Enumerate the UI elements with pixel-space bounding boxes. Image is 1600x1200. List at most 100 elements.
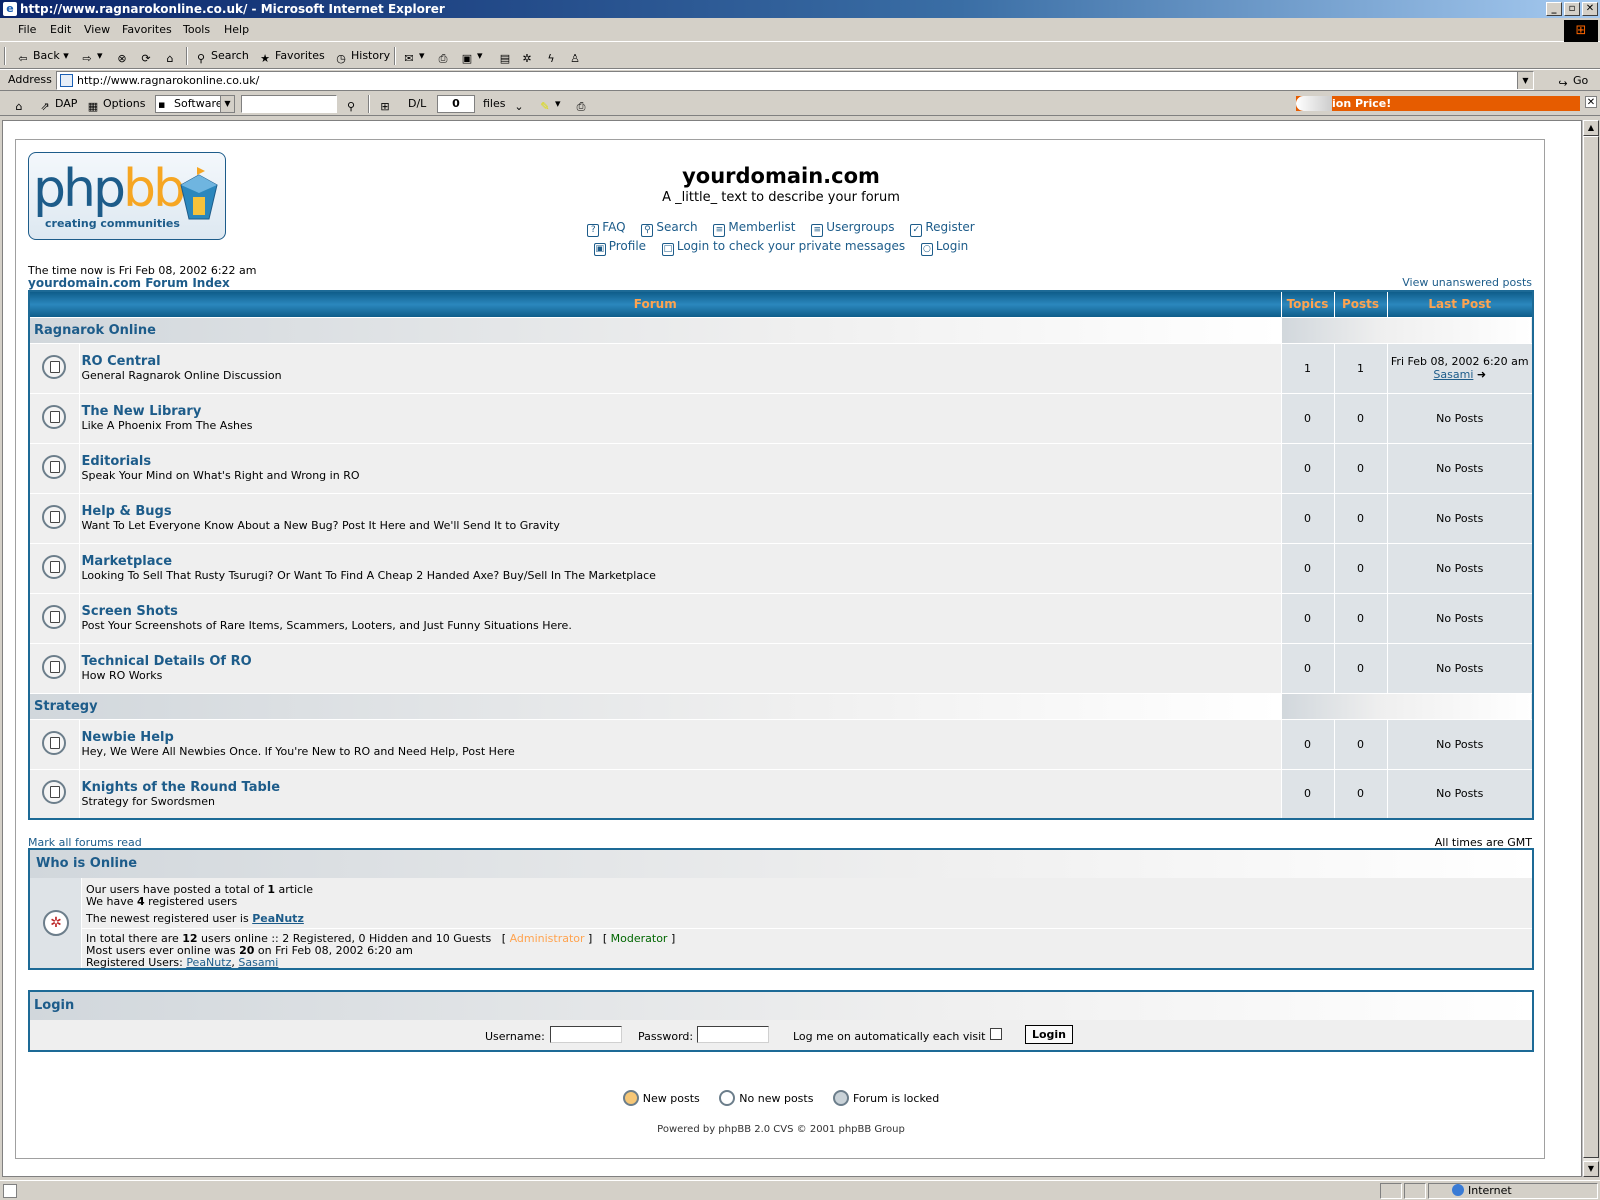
grid-button[interactable]: ⊞	[378, 95, 395, 113]
forum-status-cell	[28, 342, 80, 394]
view-latest-post-icon[interactable]: ➜	[1477, 368, 1486, 381]
flash-button[interactable]: ϟ	[544, 47, 561, 65]
address-dropdown-button[interactable]: ▼	[1517, 72, 1533, 89]
forum-link-help-bugs[interactable]: Help & Bugs	[82, 504, 1281, 519]
password-label: Password:	[638, 1030, 694, 1043]
login-title[interactable]: Login	[30, 992, 1532, 1020]
who-is-online-title[interactable]: Who is Online	[30, 850, 1532, 878]
user-link-sasami[interactable]: Sasami	[238, 956, 278, 969]
standard-toolbar: ⇦ Back ▾ ⇨ ▾ ⊗ ⟳ ⌂ ⚲ Search ★ Favorites ◷ His…	[0, 43, 1600, 69]
user-link-peanutz[interactable]: PeaNutz	[186, 956, 231, 969]
forum-page: phpbb creating communities yourdomain.co…	[15, 139, 1545, 1159]
forum-link-newbie-help[interactable]: Newbie Help	[82, 730, 1281, 745]
category-ragnarok-online[interactable]: Ragnarok Online	[28, 316, 1282, 344]
scroll-up-icon[interactable]: ▲	[1583, 120, 1599, 136]
username-label: Username:	[485, 1030, 545, 1043]
history-button[interactable]: ◷ History	[334, 47, 390, 65]
login-button[interactable]: Login	[1025, 1025, 1073, 1044]
page-status-icon	[3, 1184, 17, 1198]
person-button[interactable]: ♙	[568, 47, 585, 65]
forum-info-cell: The New Library Like A Phoenix From The A…	[78, 392, 1282, 444]
home-link-button[interactable]: ⌂	[12, 95, 29, 113]
menu-tools[interactable]: Tools	[183, 23, 210, 36]
mail-button[interactable]: ✉ ▾	[402, 47, 424, 65]
nav-faq[interactable]: ? FAQ	[587, 220, 626, 237]
forum-link-technical-details[interactable]: Technical Details Of RO	[82, 654, 1281, 669]
edit-button[interactable]: ▣ ▾	[460, 47, 483, 65]
forum-link-new-library[interactable]: The New Library	[82, 404, 1281, 419]
print-link-button[interactable]: ⎙	[574, 95, 591, 113]
highlight-button[interactable]: ✎ ▾	[538, 95, 560, 113]
software-select[interactable]: ▪ Software ▼	[155, 95, 235, 113]
mail-icon: ✉	[404, 52, 414, 65]
favorites-button[interactable]: ★ Favorites	[258, 47, 325, 65]
scroll-thumb[interactable]	[1583, 136, 1599, 1158]
nav-private-messages[interactable]: □ Login to check your private messages	[661, 239, 905, 256]
category-strategy[interactable]: Strategy	[28, 692, 1282, 720]
forum-description: Want To Let Everyone Know About a New Bu…	[81, 519, 560, 532]
category-filler	[1280, 692, 1534, 720]
home-button[interactable]: ⌂	[163, 47, 180, 65]
nav-register[interactable]: ✓ Register	[910, 220, 975, 237]
messenger-button[interactable]: ✲	[520, 47, 537, 65]
stop-button[interactable]: ⊗	[115, 47, 132, 65]
forum-row: Marketplace Looking To Sell That Rusty Ts…	[28, 542, 1534, 594]
address-input[interactable]: http://www.ragnarokonline.co.uk/ ▼	[56, 71, 1534, 90]
nav-login[interactable]: ○ Login	[920, 239, 968, 256]
forum-link-knights-round-table[interactable]: Knights of the Round Table	[82, 780, 1281, 795]
password-input[interactable]	[697, 1026, 769, 1043]
topics-count: 0	[1280, 542, 1335, 594]
menu-favorites[interactable]: Favorites	[122, 23, 172, 36]
site-title: yourdomain.com	[682, 164, 880, 188]
topics-count: 0	[1280, 768, 1335, 820]
forum-link-screen-shots[interactable]: Screen Shots	[82, 604, 1281, 619]
person-icon: ♙	[570, 52, 580, 65]
newest-user-link[interactable]: PeaNutz	[252, 912, 304, 925]
no-new-posts-icon	[42, 730, 67, 755]
last-post-cell: No Posts	[1386, 592, 1534, 644]
nav-search[interactable]: ⚲ Search	[641, 220, 698, 237]
nav-memberlist[interactable]: ≡ Memberlist	[713, 220, 795, 237]
search-button[interactable]: ⚲ Search	[194, 47, 249, 65]
who-is-online-panel: Who is Online ✲ Our users have posted a …	[28, 848, 1534, 970]
forum-index-link[interactable]: yourdomain.com Forum Index	[28, 276, 230, 290]
autologin-checkbox[interactable]	[990, 1028, 1002, 1040]
menu-view[interactable]: View	[84, 23, 110, 36]
powered-by[interactable]: Powered by phpBB 2.0 CVS © 2001 phpBB Gr…	[16, 1124, 1546, 1135]
forum-row: Help & Bugs Want To Let Everyone Know Abo…	[28, 492, 1534, 544]
view-unanswered-link[interactable]: View unanswered posts	[1402, 276, 1532, 289]
forum-table: Forum Topics Posts Last Post Ragnarok On…	[28, 290, 1534, 820]
scroll-down-icon[interactable]: ▼	[1583, 1161, 1599, 1177]
memberlist-icon: ≡	[713, 224, 726, 237]
print-button[interactable]: ⎙	[436, 47, 453, 65]
discuss-button[interactable]: ▤	[498, 47, 515, 65]
username-input[interactable]	[550, 1026, 622, 1043]
forum-link-marketplace[interactable]: Marketplace	[82, 554, 1281, 569]
forward-button[interactable]: ⇨ ▾	[80, 47, 102, 65]
refresh-button[interactable]: ⟳	[139, 47, 156, 65]
window-titlebar[interactable]: e http://www.ragnarokonline.co.uk/ - Mic…	[0, 0, 1600, 18]
toolbar-search-input[interactable]	[241, 95, 337, 113]
forum-link-editorials[interactable]: Editorials	[82, 454, 1281, 469]
files-dropdown[interactable]: ⌄	[512, 95, 529, 113]
options-button[interactable]: ▦ Options	[86, 95, 146, 113]
vertical-scrollbar[interactable]: ▲ ▼	[1582, 120, 1599, 1177]
back-button[interactable]: ⇦ Back ▾	[16, 47, 68, 65]
nav-usergroups[interactable]: ≡ Usergroups	[811, 220, 894, 237]
new-posts-icon	[622, 1090, 639, 1106]
nav-profile[interactable]: ▣ Profile	[593, 239, 646, 256]
menu-file[interactable]: File	[18, 23, 36, 36]
forum-description: Speak Your Mind on What's Right and Wron…	[81, 469, 360, 482]
go-button[interactable]: ↪ Go	[1556, 72, 1588, 90]
close-button[interactable]: ✕	[1582, 2, 1598, 16]
menu-edit[interactable]: Edit	[50, 23, 71, 36]
toolbar-search-button[interactable]: ⚲	[344, 95, 361, 113]
minimize-button[interactable]: _	[1546, 2, 1562, 16]
last-post-user-link[interactable]: Sasami	[1433, 368, 1473, 381]
ad-close-icon[interactable]: ✕	[1585, 96, 1597, 108]
menu-help[interactable]: Help	[224, 23, 249, 36]
maximize-button[interactable]: ▫	[1564, 2, 1580, 16]
dap-button[interactable]: ⇗ DAP	[38, 95, 77, 113]
ad-banner[interactable]: ion Price!	[1296, 96, 1580, 111]
forum-link-ro-central[interactable]: RO Central	[82, 354, 1281, 369]
